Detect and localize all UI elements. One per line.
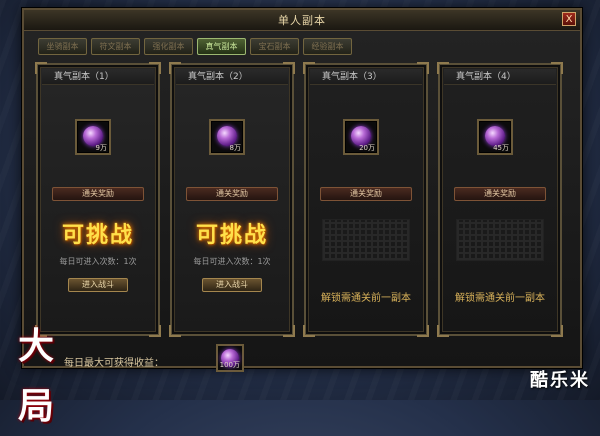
challenge-status: 可挑战 <box>195 222 268 248</box>
reward-quantity: 20万 <box>359 144 375 152</box>
tab-enhance-dungeon[interactable]: 强化副本 <box>144 38 193 55</box>
enter-battle-button[interactable]: 进入战斗 <box>202 278 262 292</box>
enter-battle-button[interactable]: 进入战斗 <box>68 278 128 292</box>
tab-qi-dungeon[interactable]: 真气副本 <box>197 38 246 55</box>
dungeon-card-4: 真气副本（4） 45万 通关奖励 解锁需通关前一副本 <box>437 62 563 337</box>
clear-reward-button[interactable]: 通关奖励 <box>186 187 278 201</box>
site-watermark: 酷乐米 <box>530 370 590 391</box>
unlock-requirement: 解锁需通关前一副本 <box>455 293 545 304</box>
clear-reward-button[interactable]: 通关奖励 <box>320 187 412 201</box>
reward-slot[interactable]: 8万 <box>209 119 245 155</box>
tab-exp-dungeon[interactable]: 经验副本 <box>303 38 352 55</box>
locked-emblem <box>322 219 410 261</box>
window-title: 单人副本 <box>278 14 326 27</box>
max-reward-slot[interactable]: 100万 <box>216 344 244 372</box>
daily-entry-count: 每日可进入次数：1次 <box>59 257 137 266</box>
dungeon-window: 单人副本 X 坐骑副本 符文副本 强化副本 真气副本 宝石副本 经验副本 真气副… <box>22 8 582 372</box>
game-logo: 大局 <box>18 325 55 427</box>
dungeon-title: 真气副本（1） <box>42 69 154 85</box>
reward-slot[interactable]: 9万 <box>75 119 111 155</box>
close-icon: X <box>565 14 573 25</box>
dungeon-card-1: 真气副本（1） 9万 通关奖励 可挑战 每日可进入次数：1次 进入战斗 <box>35 62 161 337</box>
max-reward-quantity: 100万 <box>219 361 240 369</box>
clear-reward-button[interactable]: 通关奖励 <box>454 187 546 201</box>
reward-quantity: 8万 <box>229 144 241 152</box>
tab-gem-dungeon[interactable]: 宝石副本 <box>250 38 299 55</box>
daily-max-label: 每日最大可获得收益： <box>64 358 164 369</box>
dungeon-title: 真气副本（2） <box>176 69 288 85</box>
close-button[interactable]: X <box>562 12 576 26</box>
dungeon-title: 真气副本（3） <box>310 69 422 85</box>
tab-mount-dungeon[interactable]: 坐骑副本 <box>38 38 87 55</box>
title-bar[interactable]: 单人副本 X <box>24 10 580 31</box>
unlock-requirement: 解锁需通关前一副本 <box>321 293 411 304</box>
clear-reward-button[interactable]: 通关奖励 <box>52 187 144 201</box>
reward-slot[interactable]: 20万 <box>343 119 379 155</box>
tab-rune-dungeon[interactable]: 符文副本 <box>91 38 140 55</box>
challenge-status: 可挑战 <box>61 222 134 248</box>
locked-emblem <box>456 219 544 261</box>
reward-quantity: 9万 <box>95 144 107 152</box>
dungeon-card-2: 真气副本（2） 8万 通关奖励 可挑战 每日可进入次数：1次 进入战斗 <box>169 62 295 337</box>
dungeon-title: 真气副本（4） <box>444 69 556 85</box>
reward-quantity: 45万 <box>493 144 509 152</box>
reward-slot[interactable]: 45万 <box>477 119 513 155</box>
dungeon-card-3: 真气副本（3） 20万 通关奖励 解锁需通关前一副本 <box>303 62 429 337</box>
daily-entry-count: 每日可进入次数：1次 <box>193 257 271 266</box>
